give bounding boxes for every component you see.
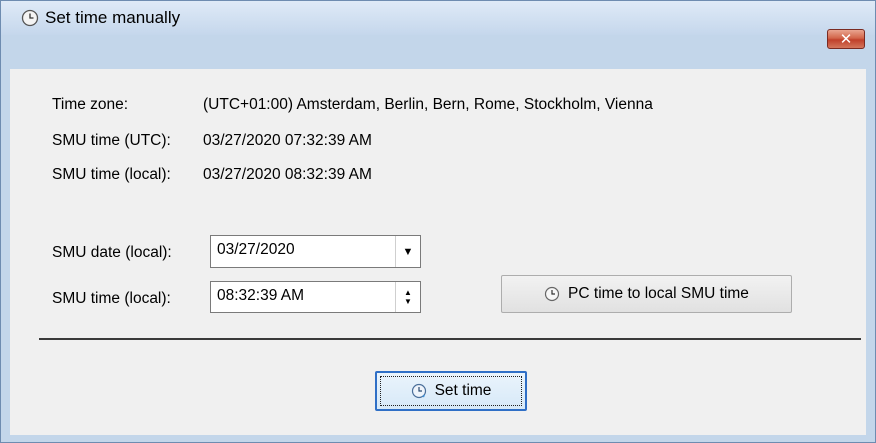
pc-time-button-label: PC time to local SMU time xyxy=(568,285,749,302)
smu-local-label: SMU time (local): xyxy=(52,166,171,183)
timezone-value: (UTC+01:00) Amsterdam, Berlin, Bern, Rom… xyxy=(203,96,653,113)
date-value: 03/27/2020 xyxy=(217,241,295,258)
time-label: SMU time (local): xyxy=(52,290,171,307)
set-time-button[interactable]: Set time xyxy=(375,371,527,411)
smu-utc-label: SMU time (UTC): xyxy=(52,132,171,149)
dialog-window: Set time manually ✕ Time zone: (UTC+01:0… xyxy=(0,0,876,443)
clock-icon xyxy=(544,286,560,302)
date-label: SMU date (local): xyxy=(52,244,172,261)
smu-utc-value: 03/27/2020 07:32:39 AM xyxy=(203,132,372,149)
time-value: 08:32:39 AM xyxy=(217,287,305,304)
smu-local-value: 03/27/2020 08:32:39 AM xyxy=(203,166,372,183)
close-icon: ✕ xyxy=(839,31,853,48)
separator-line xyxy=(39,338,861,340)
timezone-label: Time zone: xyxy=(52,96,129,113)
dialog-content: Time zone: (UTC+01:00) Amsterdam, Berlin… xyxy=(10,69,866,435)
window-title: Set time manually xyxy=(45,8,181,27)
title-bar[interactable]: Set time manually xyxy=(1,1,875,35)
chevron-down-icon[interactable]: ▼ xyxy=(395,236,420,267)
focus-rectangle xyxy=(380,376,522,406)
close-button[interactable]: ✕ xyxy=(827,29,865,49)
date-picker[interactable]: 03/27/2020 ▼ xyxy=(210,235,421,268)
spin-arrows-icon[interactable]: ▲ ▼ xyxy=(395,282,420,312)
time-stepper[interactable]: 08:32:39 AM ▲ ▼ xyxy=(210,281,421,313)
clock-icon xyxy=(21,9,39,27)
pc-time-button[interactable]: PC time to local SMU time xyxy=(501,275,792,313)
